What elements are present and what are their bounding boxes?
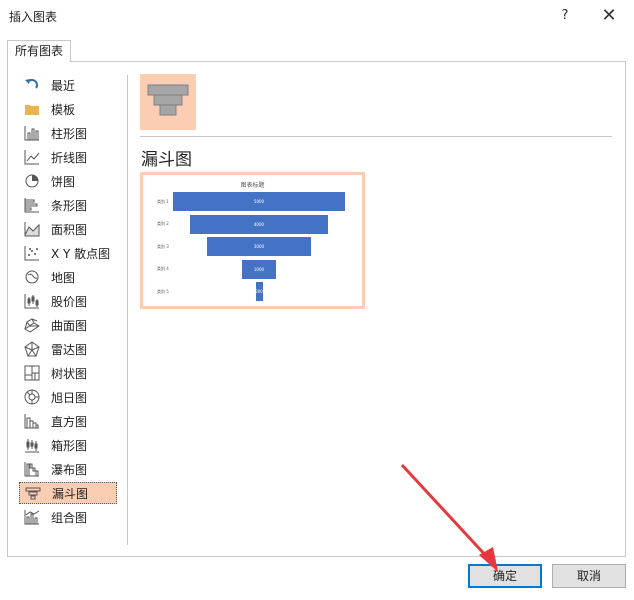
tab-all-charts[interactable]: 所有图表 [7, 40, 71, 62]
annotation-arrow [400, 463, 498, 572]
